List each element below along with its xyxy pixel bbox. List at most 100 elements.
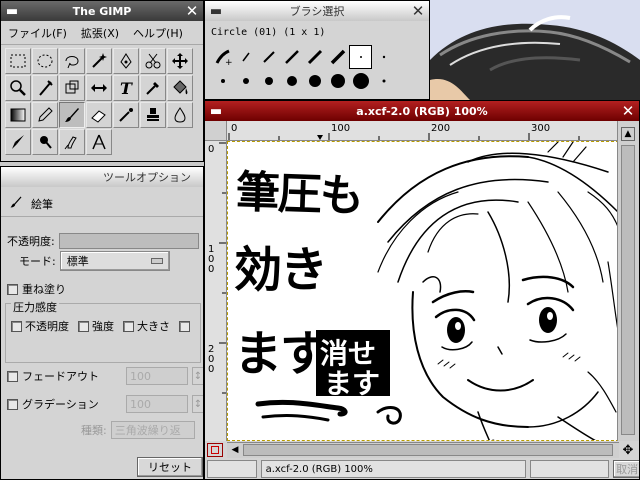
text-tool-icon[interactable]: T <box>113 75 139 101</box>
image-titlebar[interactable]: ▬ a.xcf-2.0 (RGB) 100% ✕ <box>205 101 639 121</box>
brush-stroke-1-icon[interactable] <box>234 45 257 69</box>
ruler-left-label-0: 0 <box>208 144 215 155</box>
scroll-up-icon[interactable]: ▲ <box>621 127 635 141</box>
magnify-icon[interactable] <box>5 75 31 101</box>
smudge-icon[interactable] <box>59 129 85 155</box>
brush-stroke-5-icon[interactable] <box>326 45 349 69</box>
dropdown-arrow-icon <box>150 258 163 264</box>
mode-dropdown[interactable]: 標準 <box>59 251 170 271</box>
pressure-color-checkbox[interactable] <box>179 320 190 332</box>
reset-button[interactable]: リセット <box>137 457 203 477</box>
rect-select-icon[interactable] <box>5 48 31 74</box>
gradient-type-dropdown[interactable]: 三角波繰り返 <box>110 421 195 439</box>
move-icon[interactable] <box>167 48 193 74</box>
vertical-scrollbar[interactable]: ▲ <box>617 121 639 441</box>
close-icon[interactable]: ✕ <box>410 3 426 19</box>
menu-xtns[interactable]: 拡張(X) <box>74 25 126 41</box>
ruler-corner[interactable] <box>205 121 227 141</box>
gradient-icon[interactable] <box>5 102 31 128</box>
transform-icon[interactable] <box>59 75 85 101</box>
fade-spin-icon[interactable]: ↕ <box>192 367 203 385</box>
desktop-background <box>430 0 640 100</box>
brush-stroke-3-icon[interactable] <box>280 45 303 69</box>
brush-info-label: Circle (01) (1 x 1) <box>211 27 326 38</box>
brush-circle-01-icon[interactable] <box>349 45 372 69</box>
ruler-label-0: 0 <box>231 123 238 134</box>
pressure-size-checkbox[interactable] <box>123 320 134 332</box>
canvas-stamp-bottom: ます <box>324 367 381 400</box>
measure-icon[interactable] <box>86 129 112 155</box>
status-text: a.xcf-2.0 (RGB) 100% <box>260 460 526 478</box>
window-menu-icon[interactable]: ▬ <box>208 3 224 19</box>
window-menu-icon[interactable]: ▬ <box>4 3 20 19</box>
brush-dot-6-icon[interactable] <box>303 69 326 93</box>
horizontal-ruler[interactable]: 0 100 200 300 <box>227 121 619 141</box>
blur-icon[interactable] <box>167 102 193 128</box>
brush-dot-3-icon[interactable] <box>234 69 257 93</box>
horizontal-scrollbar[interactable]: ◀ <box>227 442 619 458</box>
incremental-checkbox[interactable] <box>7 283 18 295</box>
menu-file[interactable]: ファイル(F) <box>1 25 74 41</box>
brush-stroke-2-icon[interactable] <box>257 45 280 69</box>
vertical-scroll-thumb[interactable] <box>621 145 635 435</box>
brushes-title: ブラシ選択 <box>289 5 345 18</box>
brush-dot-8-icon[interactable] <box>349 69 372 93</box>
brush-fuzzy-icon[interactable]: + <box>211 45 234 69</box>
pressure-opacity-checkbox[interactable] <box>11 320 22 332</box>
dodge-burn-icon[interactable] <box>32 129 58 155</box>
cancel-button[interactable]: 取消 <box>613 460 639 478</box>
paintbrush-icon <box>9 194 23 213</box>
horizontal-scroll-thumb[interactable] <box>243 444 613 456</box>
ellipse-select-icon[interactable] <box>32 48 58 74</box>
brush-dot-2-icon[interactable] <box>211 69 234 93</box>
ruler-label-300: 300 <box>531 123 551 134</box>
gradient-checkbox[interactable] <box>7 398 18 410</box>
brush-dot-9-icon[interactable] <box>372 69 395 93</box>
lasso-icon[interactable] <box>59 48 85 74</box>
tool-options-titlebar[interactable]: ツールオプション <box>1 167 203 187</box>
brush-dot-1-icon[interactable] <box>372 45 395 69</box>
brush-dot-7-icon[interactable] <box>326 69 349 93</box>
pressure-strength-checkbox[interactable] <box>78 320 89 332</box>
canvas-text-line2: 効き <box>234 242 328 298</box>
brush-stroke-4-icon[interactable] <box>303 45 326 69</box>
brush-dot-5-icon[interactable] <box>280 69 303 93</box>
window-menu-icon[interactable]: ▬ <box>208 103 224 119</box>
pencil-icon[interactable] <box>32 102 58 128</box>
flip-icon[interactable] <box>86 75 112 101</box>
image-canvas[interactable]: 筆圧も 効き ます 消せ ます <box>227 141 619 441</box>
gradient-spin-icon[interactable]: ↕ <box>192 395 203 413</box>
brush-grid: + <box>211 45 395 93</box>
bezier-select-icon[interactable] <box>113 48 139 74</box>
scroll-left-icon[interactable]: ◀ <box>229 444 241 456</box>
brush-dot-4-icon[interactable] <box>257 69 280 93</box>
gradient-type-row: 種類: 三角波繰り返 <box>81 421 195 439</box>
menu-help[interactable]: ヘルプ(H) <box>126 25 190 41</box>
ruler-left-label-200: 2 0 0 <box>208 344 215 375</box>
quickmask-toggle-icon[interactable] <box>207 443 223 457</box>
color-picker-icon[interactable] <box>140 75 166 101</box>
gradient-label: グラデーション <box>22 398 99 411</box>
toolbox-titlebar[interactable]: ▬ The GIMP ✕ <box>1 1 203 21</box>
magic-wand-icon[interactable] <box>86 48 112 74</box>
eraser-icon[interactable] <box>86 102 112 128</box>
image-statusbar: a.xcf-2.0 (RGB) 100% 取消 <box>205 458 639 479</box>
navigate-icon[interactable]: ✥ <box>619 443 637 458</box>
gradient-length-input[interactable]: 100 <box>126 395 188 413</box>
fade-checkbox[interactable] <box>7 370 18 382</box>
scissors-icon[interactable] <box>140 48 166 74</box>
fade-length-input[interactable]: 100 <box>126 367 188 385</box>
clone-stamp-icon[interactable] <box>140 102 166 128</box>
pressure-label: 圧力感度 <box>13 301 57 314</box>
close-icon[interactable]: ✕ <box>184 3 200 19</box>
brushes-titlebar[interactable]: ▬ ブラシ選択 ✕ <box>205 1 429 21</box>
close-icon[interactable]: ✕ <box>620 103 636 119</box>
vertical-ruler[interactable]: 0 1 0 0 2 0 0 <box>205 141 227 441</box>
ink-icon[interactable] <box>5 129 31 155</box>
gradient-type-label: 種類: <box>81 424 107 437</box>
paintbrush-icon[interactable] <box>59 102 85 128</box>
crop-icon[interactable] <box>32 75 58 101</box>
opacity-slider[interactable] <box>58 233 199 249</box>
airbrush-icon[interactable] <box>113 102 139 128</box>
bucket-fill-icon[interactable] <box>167 75 193 101</box>
